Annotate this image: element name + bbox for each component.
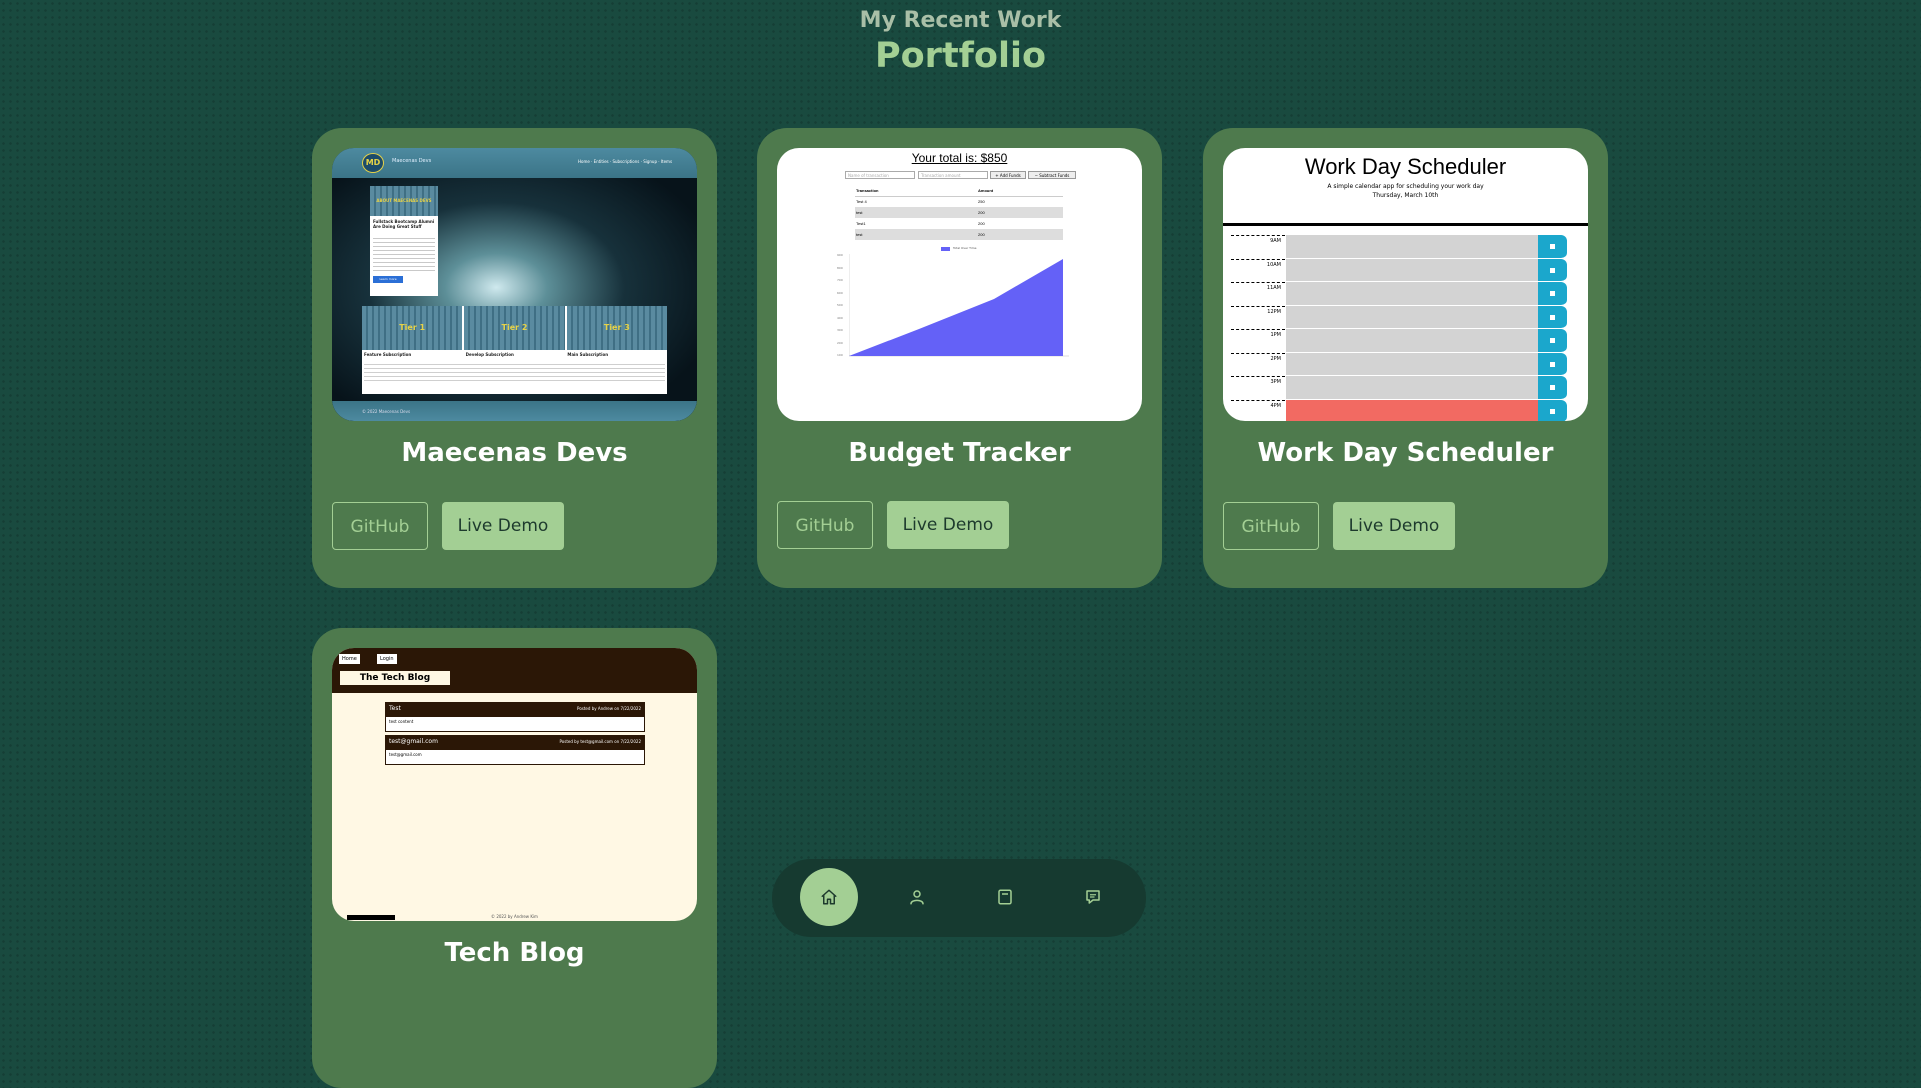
save-icon (1538, 376, 1567, 400)
nav-home[interactable] (800, 868, 858, 926)
hour-row: 1PM (1223, 329, 1588, 353)
github-button[interactable]: GitHub (332, 502, 428, 550)
hour-textarea (1286, 352, 1538, 376)
preview-nav-links: Home · Entities · Subscriptions · Signup… (578, 159, 673, 164)
preview-heading: Work Day Scheduler (1304, 154, 1507, 179)
hour-row: 9AM (1223, 235, 1588, 259)
preview-about-box: ABOUT MAECENAS DEVS Fullstack Bootcamp A… (370, 186, 438, 296)
hour-textarea (1286, 235, 1538, 259)
save-icon (1538, 258, 1567, 282)
preview-post: Test Posted by Andrew on 7/22/2022 test … (385, 702, 645, 732)
preview-logo: MD (362, 153, 384, 173)
hour-textarea (1286, 282, 1538, 306)
hour-row: 4PM (1223, 399, 1588, 422)
preview-name-input: Name of transaction (845, 171, 915, 179)
hour-row: 3PM (1223, 376, 1588, 400)
live-demo-button[interactable]: Live Demo (442, 502, 564, 550)
hour-label: 10AM (1231, 258, 1285, 283)
project-title: Work Day Scheduler (1257, 438, 1554, 468)
project-preview-image: MD Maecenas Devs Home · Entities · Subsc… (332, 148, 697, 421)
save-icon (1538, 399, 1567, 421)
home-icon (821, 889, 837, 905)
live-demo-button[interactable]: Live Demo (1333, 502, 1455, 550)
preview-brand: Maecenas Devs (392, 158, 432, 164)
preview-chart-yaxis: 900 800 700 600 500 400 300 200 100 (837, 253, 843, 357)
message-icon (1086, 890, 1100, 904)
hour-textarea (1286, 258, 1538, 282)
preview-site-title: The Tech Blog (340, 671, 450, 685)
save-icon (1538, 352, 1567, 376)
preview-amount-input: Transaction amount (918, 171, 988, 179)
save-icon (1538, 305, 1567, 329)
hour-label: 11AM (1231, 282, 1285, 306)
preview-post: test@gmail.com Posted by test@gmail.com … (385, 735, 645, 765)
preview-total: Your total is: $850 (911, 151, 1008, 165)
hour-row: 10AM (1223, 258, 1588, 283)
preview-nav-login: Login (377, 654, 397, 664)
hour-label: 2PM (1231, 352, 1285, 377)
hour-label: 1PM (1231, 329, 1285, 353)
hour-label: 12PM (1231, 305, 1285, 330)
project-card-techblog: Home Login The Tech Blog Test Posted by … (312, 628, 717, 1088)
preview-area-chart (849, 254, 1069, 357)
preview-tiers: Tier 1 Tier 2 Tier 3 Feature Subscriptio… (362, 306, 667, 394)
project-preview-image: Home Login The Tech Blog Test Posted by … (332, 648, 697, 921)
project-title: Tech Blog (444, 938, 585, 968)
hour-textarea (1286, 399, 1538, 421)
preview-footer: © 2022 by Andrew Kim (491, 914, 538, 919)
github-button[interactable]: GitHub (777, 501, 873, 549)
save-icon (1538, 235, 1567, 259)
preview-tagline: A simple calendar app for scheduling you… (1327, 183, 1484, 190)
bottom-nav (772, 859, 1146, 937)
project-preview-image: Work Day Scheduler A simple calendar app… (1223, 148, 1588, 421)
preview-chart-legend: Total Over Time (953, 246, 977, 250)
hour-textarea (1286, 305, 1538, 329)
project-card-budget: Your total is: $850 Name of transaction … (757, 128, 1162, 588)
user-icon (910, 890, 924, 905)
live-demo-button[interactable]: Live Demo (887, 501, 1009, 549)
preview-footer: © 2022 Maecenas Devs (362, 409, 411, 414)
hour-label: 9AM (1231, 235, 1285, 259)
hour-label: 3PM (1231, 376, 1285, 400)
save-icon (1538, 282, 1567, 306)
section-subtitle: My Recent Work (859, 8, 1062, 33)
book-icon (998, 889, 1012, 905)
project-title: Budget Tracker (848, 438, 1071, 468)
project-preview-image: Your total is: $850 Name of transaction … (777, 148, 1142, 421)
project-card-scheduler: Work Day Scheduler A simple calendar app… (1203, 128, 1608, 588)
preview-subtract-button: − Subtract Funds (1028, 171, 1076, 179)
hour-textarea (1286, 376, 1538, 400)
preview-transactions-table: Transaction Amount Test 4 250 test 200 Test… (855, 185, 1063, 240)
section-title: Portfolio (874, 36, 1046, 76)
preview-date: Thursday, March 10th (1372, 192, 1439, 199)
project-card-maecenas: MD Maecenas Devs Home · Entities · Subsc… (312, 128, 717, 588)
preview-add-button: + Add Funds (990, 171, 1026, 179)
hour-row: 2PM (1223, 352, 1588, 377)
hour-row: 12PM (1223, 305, 1588, 330)
nav-portfolio[interactable] (976, 868, 1034, 926)
hour-label: 4PM (1231, 399, 1285, 422)
nav-about[interactable] (888, 868, 946, 926)
github-button[interactable]: GitHub (1223, 502, 1319, 550)
preview-nav-home: Home (339, 654, 360, 664)
hour-textarea (1286, 329, 1538, 353)
save-icon (1538, 329, 1567, 353)
nav-contact[interactable] (1064, 868, 1122, 926)
hour-row: 11AM (1223, 282, 1588, 306)
project-title: Maecenas Devs (401, 438, 628, 468)
